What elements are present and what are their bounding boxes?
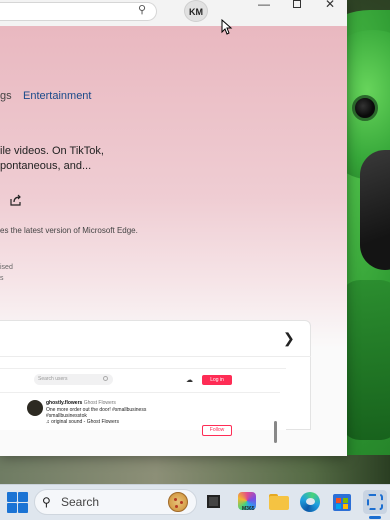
browser-window: ⚲ KM — ✕ gs Entertainment ile videos. On… — [0, 0, 347, 456]
wallpaper-ground — [0, 455, 390, 484]
search-icon[interactable]: ⚲ — [138, 4, 150, 16]
mouse-cursor-icon — [221, 19, 233, 35]
info-line-a: ised — [0, 264, 13, 271]
task-view-icon[interactable] — [203, 490, 227, 514]
browser-titlebar: ⚲ KM — ✕ — [0, 0, 347, 26]
preview-display-name: Ghost Flowers — [83, 400, 116, 406]
preview-divider — [0, 392, 280, 393]
preview-follow-button: Follow — [202, 425, 232, 436]
windows-start-icon[interactable] — [5, 490, 29, 514]
category-tag-entertainment[interactable]: Entertainment — [23, 90, 91, 102]
preview-login-button: Log in — [202, 375, 232, 385]
description-line-1: ile videos. On TikTok, — [0, 145, 104, 157]
edge-browser-icon[interactable] — [298, 490, 322, 514]
edge-version-note: es the latest version of Microsoft Edge. — [0, 226, 138, 235]
preview-search-icon — [103, 376, 108, 381]
maximize-button[interactable] — [282, 0, 312, 10]
start-tile-1 — [7, 492, 17, 502]
start-tile-4 — [18, 503, 28, 513]
preview-search-input: Search users — [34, 374, 113, 385]
description-line-2: pontaneous, and... — [0, 160, 92, 172]
start-tile-2 — [18, 492, 28, 502]
share-icon[interactable] — [9, 194, 22, 207]
m365-label: M365 — [242, 506, 255, 512]
parrot-beak — [360, 150, 390, 270]
chevron-right-icon[interactable]: ❯ — [283, 330, 295, 347]
app-description: ile videos. On TikTok, pontaneous, and..… — [0, 144, 300, 174]
address-bar[interactable] — [0, 2, 157, 21]
maximize-icon — [293, 0, 301, 8]
minimize-button[interactable]: — — [249, 0, 279, 10]
taskbar-search-label: Search — [61, 495, 100, 509]
info-line-b: s — [0, 275, 4, 282]
snipping-tool-icon[interactable] — [363, 490, 387, 514]
preview-user-avatar — [27, 400, 43, 416]
start-tile-3 — [7, 503, 17, 513]
search-icon: ⚲ — [42, 495, 51, 509]
preview-scrollbar — [274, 421, 277, 443]
category-tag-partial[interactable]: gs — [0, 90, 12, 102]
close-button[interactable]: ✕ — [315, 0, 345, 10]
profile-avatar[interactable]: KM — [184, 0, 208, 22]
file-explorer-icon[interactable] — [267, 490, 291, 514]
pizza-icon[interactable] — [168, 492, 188, 512]
preview-music: ♫ original sound - Ghost Flowers — [46, 419, 119, 425]
microsoft-store-icon[interactable] — [330, 490, 354, 514]
parrot-eye — [352, 95, 378, 121]
cloud-upload-icon: ☁ — [186, 377, 193, 384]
active-app-indicator — [369, 516, 381, 519]
preview-username: ghostly.flowers Ghost Flowers — [46, 400, 116, 406]
microsoft-365-icon[interactable]: M365 — [236, 490, 260, 514]
preview-handle: ghostly.flowers — [46, 400, 83, 406]
parrot-wing — [340, 280, 390, 440]
card-divider — [0, 356, 311, 357]
